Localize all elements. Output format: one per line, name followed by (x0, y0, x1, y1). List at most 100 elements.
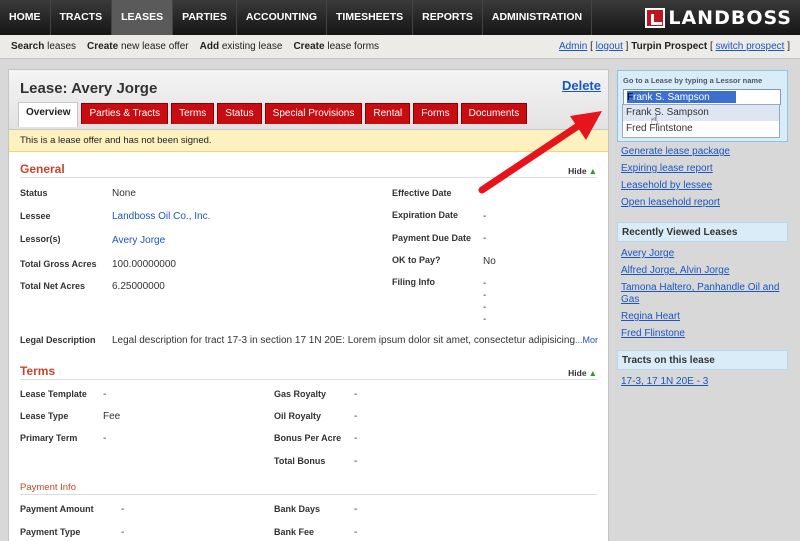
autocomplete-dropdown: Frank S. Sampson Fred Flintstone (622, 104, 780, 138)
payment-info-title: Payment Info (20, 482, 76, 493)
logout-link[interactable]: logout (596, 41, 623, 52)
sub-nav: Search leases Create new lease offer Add… (0, 35, 800, 59)
subnav-item-verb: Create (87, 41, 119, 52)
delete-link[interactable]: Delete (562, 78, 601, 93)
nav-parties[interactable]: PARTIES (173, 0, 237, 35)
nav-home[interactable]: HOME (0, 0, 51, 35)
payment-due-label: Payment Due Date (392, 233, 472, 243)
lease-type-label: Lease Type (20, 411, 69, 421)
logo-mark-icon (645, 7, 666, 28)
landboss-logo[interactable]: LANDBOSS (645, 4, 792, 31)
tab-status[interactable]: Status (217, 103, 262, 124)
lessors-label: Lessor(s) (20, 234, 61, 244)
switch-prospect-link[interactable]: switch prospect (716, 41, 785, 52)
tab-parties-tracts[interactable]: Parties & Tracts (81, 103, 169, 124)
open-leasehold-report-link[interactable]: Open leasehold report (621, 197, 788, 209)
tab-overview[interactable]: Overview (18, 102, 79, 127)
recent-lease-link[interactable]: Fred Flinstone (621, 328, 784, 340)
bank-fee-value: - (354, 527, 358, 538)
primary-term-value: - (103, 433, 107, 444)
bank-fee-label: Bank Fee (274, 527, 315, 537)
bonus-per-acre-value: - (354, 433, 358, 444)
subnav-item-verb: Create (293, 41, 325, 52)
filing-info-label: Filing Info (392, 277, 435, 287)
section-divider (20, 379, 597, 380)
legal-description-label: Legal Description (20, 335, 96, 345)
ok-to-pay-label: OK to Pay? (392, 255, 441, 265)
gross-acres-value: 100.00000000 (112, 259, 176, 270)
tab-rental[interactable]: Rental (365, 103, 411, 124)
admin-link[interactable]: Admin (559, 41, 587, 52)
net-acres-label: Total Net Acres (20, 281, 86, 291)
filing-info-value: - (483, 302, 487, 313)
subnav-item-verb: Add (199, 41, 220, 52)
terms-hide-toggle[interactable]: Hide ▲ (568, 368, 597, 378)
recent-lease-link[interactable]: Tamona Haltero, Panhandle Oil and Gas (621, 282, 784, 306)
nav-timesheets[interactable]: TIMESHEETS (327, 0, 414, 35)
oil-royalty-label: Oil Royalty (274, 411, 322, 421)
annotation-arrow-icon (478, 111, 602, 194)
bank-days-label: Bank Days (274, 504, 321, 514)
filing-info-value: - (483, 290, 487, 301)
suggestion-item[interactable]: Fred Flintstone (623, 121, 779, 137)
legal-description-text: Legal description for tract 17-3 in sect… (112, 335, 576, 346)
recently-viewed-box: Recently Viewed Leases Avery Jorge Alfre… (617, 222, 788, 347)
tab-terms[interactable]: Terms (171, 103, 215, 124)
quick-links: Generate lease package Expiring lease re… (617, 146, 788, 214)
gas-royalty-label: Gas Royalty (274, 389, 327, 399)
tab-special-provisions[interactable]: Special Provisions (264, 103, 363, 124)
primary-term-label: Primary Term (20, 433, 78, 443)
lessor-link[interactable]: Avery Jorge (112, 235, 165, 246)
generate-lease-package-link[interactable]: Generate lease package (621, 146, 788, 158)
tab-forms[interactable]: Forms (413, 103, 458, 124)
net-acres-value: 6.25000000 (112, 281, 165, 292)
expiring-lease-report-link[interactable]: Expiring lease report (621, 163, 788, 175)
expiration-date-value: - (483, 211, 487, 222)
subnav-item-rest: leases (44, 41, 77, 52)
payment-amount-value: - (121, 504, 125, 515)
goto-lease-label: Go to a Lease by typing a Lessor name (623, 76, 763, 85)
oil-royalty-value: - (354, 411, 358, 422)
bank-days-value: - (354, 504, 358, 515)
leasehold-by-lessee-link[interactable]: Leasehold by lessee (621, 180, 788, 192)
ok-to-pay-value: No (483, 256, 496, 267)
bonus-per-acre-label: Bonus Per Acre (274, 433, 342, 443)
subnav-create-forms[interactable]: Create lease forms (282, 41, 379, 52)
payment-amount-label: Payment Amount (20, 504, 94, 514)
nav-administration[interactable]: ADMINISTRATION (483, 0, 593, 35)
lessee-link[interactable]: Landboss Oil Co., Inc. (112, 211, 210, 222)
subnav-add-existing[interactable]: Add existing lease (189, 41, 283, 52)
tract-link[interactable]: 17-3, 17 1N 20E - 3 (621, 376, 784, 388)
tracts-title: Tracts on this lease (617, 350, 788, 370)
recent-lease-link[interactable]: Regina Heart (621, 311, 784, 323)
tracts-box: Tracts on this lease 17-3, 17 1N 20E - 3 (617, 350, 788, 395)
subnav-item-rest: new lease offer (118, 41, 189, 52)
hide-label: Hide (568, 368, 587, 378)
subnav-search-leases[interactable]: Search leases (0, 41, 76, 52)
arrow-up-icon: ▲ (588, 368, 597, 378)
suggestion-item[interactable]: Frank S. Sampson (623, 105, 779, 121)
expiration-date-label: Expiration Date (392, 210, 459, 220)
recent-lease-link[interactable]: Avery Jorge (621, 248, 784, 260)
lease-type-value: Fee (103, 411, 121, 422)
status-value: None (112, 188, 136, 199)
section-divider (20, 494, 597, 495)
payment-type-value: - (121, 527, 125, 538)
nav-reports[interactable]: REPORTS (413, 0, 483, 35)
filing-info-value: - (483, 314, 487, 325)
nav-tracts[interactable]: TRACTS (51, 0, 113, 35)
hand-cursor-icon: ☝ (650, 112, 659, 128)
more-link[interactable]: ...More (575, 335, 598, 345)
recent-lease-link[interactable]: Alfred Jorge, Alvin Jorge (621, 265, 784, 277)
subnav-create-offer[interactable]: Create new lease offer (76, 41, 189, 52)
nav-leases[interactable]: LEASES (112, 0, 174, 35)
lease-tabs: Overview Parties & Tracts Terms Status S… (18, 102, 530, 127)
general-section-title: General (20, 162, 65, 176)
gas-royalty-value: - (354, 389, 358, 400)
total-bonus-label: Total Bonus (274, 456, 326, 466)
payment-due-value: - (483, 233, 487, 244)
payment-type-label: Payment Type (20, 527, 81, 537)
terms-section-title: Terms (20, 364, 56, 378)
legal-description-value: Legal description for tract 17-3 in sect… (112, 335, 598, 346)
nav-accounting[interactable]: ACCOUNTING (237, 0, 328, 35)
